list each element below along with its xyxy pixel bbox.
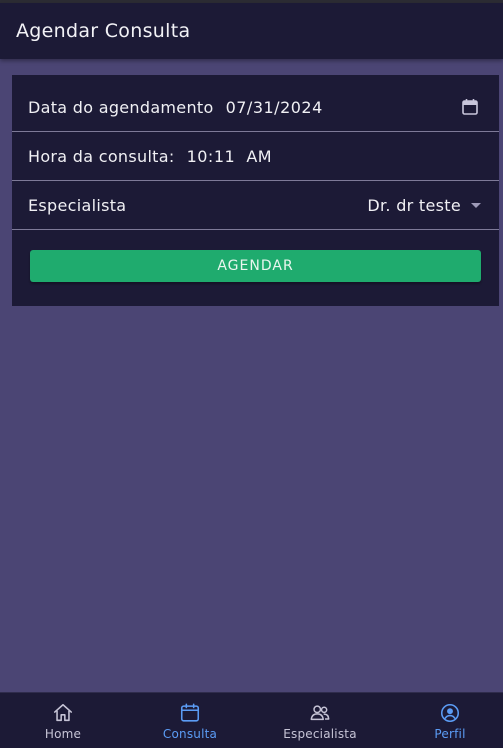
person-circle-icon: [440, 703, 460, 723]
app-header: Agendar Consulta: [0, 3, 503, 59]
specialist-select[interactable]: Dr. dr teste: [367, 181, 481, 229]
calendar-icon[interactable]: [461, 98, 479, 116]
agendar-button[interactable]: AGENDAR: [30, 250, 481, 282]
bottom-tab-bar: Home Consulta Especialista Perfil: [0, 692, 503, 748]
chevron-down-icon: [471, 202, 481, 208]
page-title: Agendar Consulta: [16, 20, 191, 42]
date-field[interactable]: Data do agendamento 07/31/2024: [12, 83, 499, 132]
time-field[interactable]: Hora da consulta: 10:11 AM: [12, 132, 499, 181]
tab-especialista-label: Especialista: [283, 727, 357, 741]
tab-perfil-label: Perfil: [434, 727, 466, 741]
specialist-value: Dr. dr teste: [367, 195, 461, 215]
appointment-form: Data do agendamento 07/31/2024 Hora da c…: [12, 75, 499, 306]
tab-especialista[interactable]: Especialista: [257, 693, 383, 748]
tab-home[interactable]: Home: [0, 693, 126, 748]
specialist-field[interactable]: Especialista Dr. dr teste: [12, 181, 499, 230]
time-value[interactable]: 10:11 AM: [187, 147, 273, 166]
tab-home-label: Home: [44, 727, 82, 741]
date-label: Data do agendamento: [28, 97, 214, 117]
home-icon: [53, 703, 73, 722]
tab-consulta-label: Consulta: [162, 727, 218, 741]
time-label: Hora da consulta:: [28, 146, 175, 166]
calendar-icon: [180, 703, 200, 722]
date-value[interactable]: 07/31/2024: [226, 98, 323, 117]
tab-consulta[interactable]: Consulta: [127, 693, 253, 748]
specialist-label: Especialista: [28, 195, 127, 215]
people-icon: [310, 705, 330, 721]
tab-perfil[interactable]: Perfil: [387, 693, 503, 748]
